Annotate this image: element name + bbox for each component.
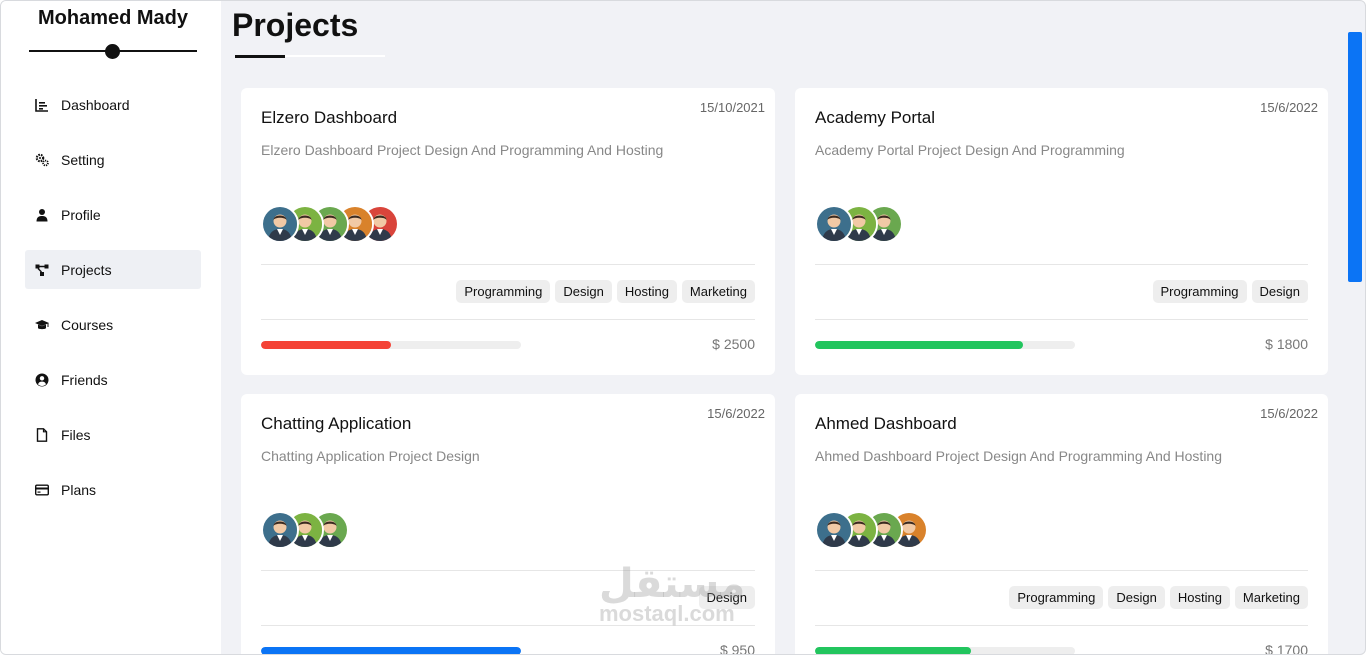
divider bbox=[261, 264, 755, 265]
person-icon bbox=[263, 513, 297, 547]
project-price: $ 2500 bbox=[712, 336, 755, 352]
tag[interactable]: Hosting bbox=[616, 280, 677, 303]
project-description: Elzero Dashboard Project Design And Prog… bbox=[261, 142, 664, 158]
price-value: 1800 bbox=[1276, 336, 1308, 352]
sidebar-item-plans[interactable]: Plans bbox=[25, 470, 201, 509]
page-title: Projects bbox=[232, 7, 359, 43]
project-card: 15/6/2022 Ahmed Dashboard Ahmed Dashboar… bbox=[795, 394, 1328, 655]
project-tags: Programming Design bbox=[1152, 280, 1308, 303]
project-description: Ahmed Dashboard Project Design And Progr… bbox=[815, 448, 1222, 464]
watermark-latin: mostaql.com bbox=[599, 601, 735, 626]
tag[interactable]: Programming bbox=[1009, 586, 1104, 609]
currency-symbol: $ bbox=[719, 642, 728, 655]
brand-divider-dot bbox=[105, 44, 120, 59]
tag[interactable]: Design bbox=[1108, 586, 1165, 609]
project-date: 15/6/2022 bbox=[1260, 406, 1318, 421]
team-avatars bbox=[815, 205, 903, 245]
project-price: $ 950 bbox=[719, 642, 755, 655]
progress-bar bbox=[815, 647, 1075, 654]
project-price: $ 1700 bbox=[1265, 642, 1308, 655]
sidebar-item-label: Plans bbox=[61, 481, 97, 498]
price-value: 950 bbox=[731, 642, 755, 655]
progress-bar bbox=[261, 647, 521, 654]
sidebar-item-label: Profile bbox=[61, 206, 101, 223]
sidebar-item-dashboard[interactable]: Dashboard bbox=[25, 85, 201, 124]
project-price: $ 1800 bbox=[1265, 336, 1308, 352]
team-avatars bbox=[261, 511, 349, 551]
sidebar-item-label: Setting bbox=[61, 151, 105, 168]
project-date: 15/6/2022 bbox=[1260, 100, 1318, 115]
tag[interactable]: Programming bbox=[1152, 280, 1247, 303]
user-circle-icon bbox=[35, 373, 49, 387]
project-card: 15/6/2022 Academy Portal Academy Portal … bbox=[795, 88, 1328, 375]
progress-bar bbox=[815, 341, 1075, 349]
sidebar-item-label: Courses bbox=[61, 316, 114, 333]
divider bbox=[815, 264, 1308, 265]
avatar[interactable] bbox=[815, 205, 853, 243]
project-tags: Programming Design Hosting Marketing bbox=[456, 280, 755, 303]
project-tags: Programming Design Hosting Marketing bbox=[1009, 586, 1308, 609]
avatar[interactable] bbox=[261, 205, 299, 243]
avatar[interactable] bbox=[261, 511, 299, 549]
sidebar-item-courses[interactable]: Courses bbox=[25, 305, 201, 344]
tag[interactable]: Hosting bbox=[1169, 586, 1230, 609]
brand-name: Mohamed Mady bbox=[37, 7, 189, 29]
team-avatars bbox=[815, 511, 928, 551]
project-description: Academy Portal Project Design And Progra… bbox=[815, 142, 1125, 158]
progress-fill bbox=[261, 341, 391, 349]
tag[interactable]: Programming bbox=[456, 280, 551, 303]
sidebar-item-projects[interactable]: Projects bbox=[25, 250, 201, 289]
watermark: مستقل mostaql.com bbox=[599, 561, 745, 627]
title-underline-accent bbox=[235, 55, 285, 58]
graduation-cap-icon bbox=[35, 318, 49, 332]
project-title: Chatting Application bbox=[261, 414, 412, 433]
scrollbar-thumb[interactable] bbox=[1348, 32, 1362, 282]
tag[interactable]: Design bbox=[555, 280, 612, 303]
sidebar-item-setting[interactable]: Setting bbox=[25, 140, 201, 179]
divider bbox=[815, 570, 1308, 571]
app-window: Mohamed Mady Dashboard Setting Profile P… bbox=[0, 0, 1366, 655]
tag[interactable]: Design bbox=[1251, 280, 1308, 303]
progress-fill bbox=[815, 647, 971, 654]
sidebar-item-label: Projects bbox=[61, 261, 112, 278]
tag[interactable]: Marketing bbox=[1234, 586, 1308, 609]
sidebar-item-label: Dashboard bbox=[61, 96, 130, 113]
sidebar-item-label: Friends bbox=[61, 371, 108, 388]
chart-icon bbox=[35, 98, 49, 112]
sidebar-item-friends[interactable]: Friends bbox=[25, 360, 201, 399]
tag[interactable]: Marketing bbox=[681, 280, 755, 303]
progress-bar bbox=[261, 341, 521, 349]
sidebar-item-profile[interactable]: Profile bbox=[25, 195, 201, 234]
currency-symbol: $ bbox=[1265, 336, 1273, 352]
team-avatars bbox=[261, 205, 399, 245]
person-icon bbox=[817, 513, 851, 547]
user-icon bbox=[35, 208, 49, 222]
project-description: Chatting Application Project Design bbox=[261, 448, 480, 464]
currency-symbol: $ bbox=[1265, 642, 1273, 655]
project-date: 15/6/2022 bbox=[707, 406, 765, 421]
credit-card-icon bbox=[35, 483, 49, 497]
person-icon bbox=[263, 207, 297, 241]
divider bbox=[261, 319, 755, 320]
project-title: Academy Portal bbox=[815, 108, 935, 127]
project-title: Elzero Dashboard bbox=[261, 108, 398, 127]
sidebar-item-label: Files bbox=[61, 426, 91, 443]
person-icon bbox=[817, 207, 851, 241]
price-value: 1700 bbox=[1276, 642, 1308, 655]
gears-icon bbox=[35, 153, 49, 167]
sidebar: Mohamed Mady Dashboard Setting Profile P… bbox=[1, 1, 221, 654]
progress-fill bbox=[261, 647, 521, 654]
diagram-icon bbox=[35, 263, 49, 277]
price-value: 2500 bbox=[723, 336, 755, 352]
avatar[interactable] bbox=[815, 511, 853, 549]
divider bbox=[815, 625, 1308, 626]
progress-fill bbox=[815, 341, 1023, 349]
file-icon bbox=[35, 427, 49, 442]
divider bbox=[815, 319, 1308, 320]
project-card: 15/10/2021 Elzero Dashboard Elzero Dashb… bbox=[241, 88, 775, 375]
sidebar-item-files[interactable]: Files bbox=[25, 415, 201, 454]
project-date: 15/10/2021 bbox=[699, 100, 765, 115]
project-title: Ahmed Dashboard bbox=[815, 414, 957, 433]
currency-symbol: $ bbox=[712, 336, 720, 352]
